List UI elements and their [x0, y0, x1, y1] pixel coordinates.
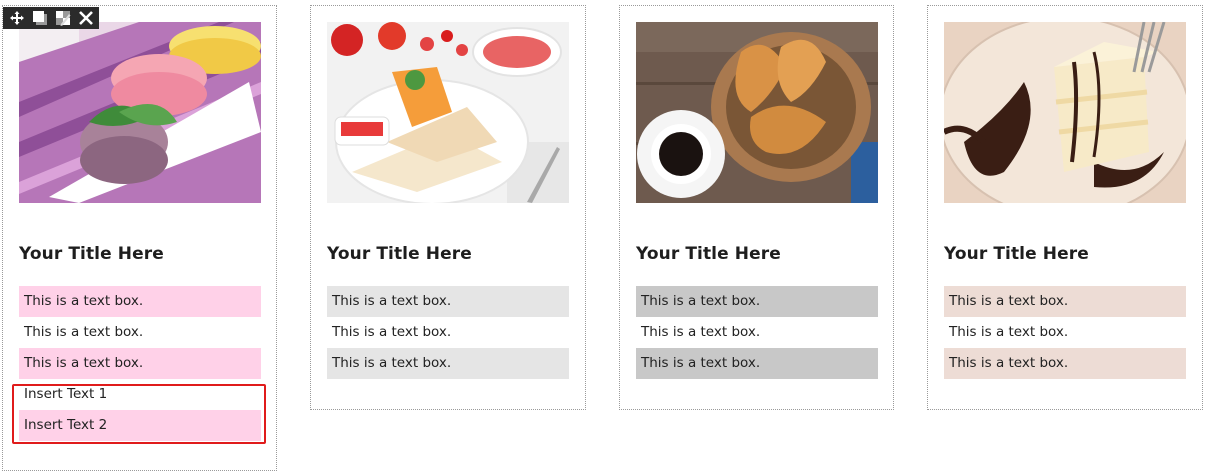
text-box[interactable]: This is a text box.	[944, 286, 1186, 317]
card-title[interactable]: Your Title Here	[636, 244, 781, 264]
element-toolbar	[3, 7, 99, 29]
text-box[interactable]: This is a text box.	[944, 317, 1186, 348]
close-icon[interactable]	[77, 9, 95, 27]
edit-style-icon[interactable]	[54, 9, 72, 27]
card-2[interactable]: Your Title Here This is a text box. This…	[310, 5, 586, 410]
text-box[interactable]: This is a text box.	[19, 348, 261, 379]
move-icon[interactable]	[8, 9, 26, 27]
text-box[interactable]: This is a text box.	[636, 317, 878, 348]
card-1[interactable]: Your Title Here This is a text box. This…	[2, 5, 277, 471]
text-box[interactable]: This is a text box.	[19, 286, 261, 317]
text-box[interactable]: This is a text box.	[327, 317, 569, 348]
card-image-croissants-coffee	[636, 22, 878, 203]
insert-text-2[interactable]: Insert Text 2	[19, 410, 261, 441]
text-box[interactable]: This is a text box.	[327, 348, 569, 379]
text-box[interactable]: This is a text box.	[944, 348, 1186, 379]
card-title[interactable]: Your Title Here	[944, 244, 1089, 264]
card-3[interactable]: Your Title Here This is a text box. This…	[619, 5, 894, 410]
text-box[interactable]: This is a text box.	[636, 286, 878, 317]
card-title[interactable]: Your Title Here	[19, 244, 164, 264]
card-image-cake-chocolate	[944, 22, 1186, 203]
card-4[interactable]: Your Title Here This is a text box. This…	[927, 5, 1203, 410]
duplicate-icon[interactable]	[31, 9, 49, 27]
text-box[interactable]: This is a text box.	[327, 286, 569, 317]
text-box[interactable]: This is a text box.	[19, 317, 261, 348]
text-box[interactable]: This is a text box.	[636, 348, 878, 379]
card-image-macarons	[19, 22, 261, 203]
insert-text-1[interactable]: Insert Text 1	[19, 379, 261, 410]
card-image-quesadilla	[327, 22, 569, 203]
card-title[interactable]: Your Title Here	[327, 244, 472, 264]
